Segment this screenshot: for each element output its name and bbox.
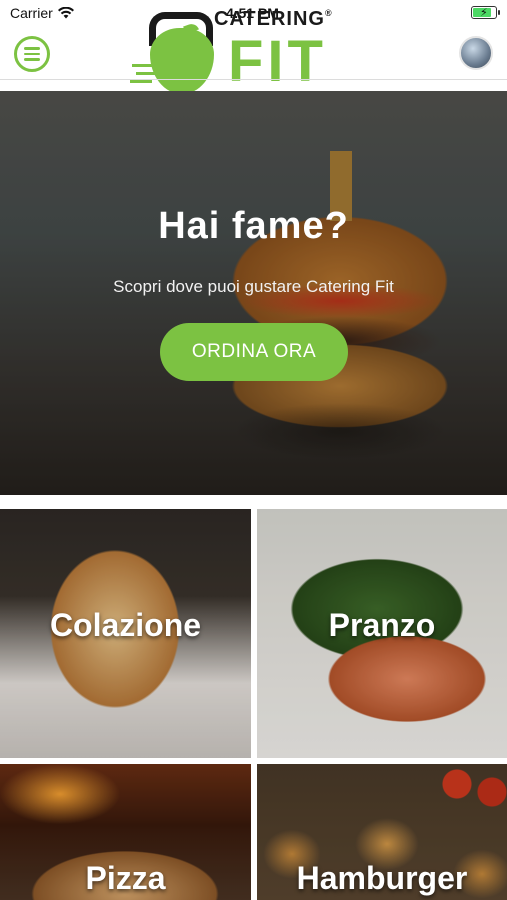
category-label: Pizza	[85, 860, 166, 896]
menu-icon-line	[24, 58, 40, 61]
category-label: Hamburger	[296, 860, 468, 896]
apple-icon	[150, 28, 214, 94]
order-now-button[interactable]: ORDINA ORA	[160, 323, 348, 381]
logo-catering-text: CATERING®	[214, 8, 333, 31]
logo-catering-word: CATERING	[214, 8, 325, 30]
category-tile-colazione[interactable]: Colazione	[0, 509, 251, 758]
logo-fit-text: FIT	[228, 29, 327, 94]
category-tile-hamburger[interactable]: Hamburger	[257, 764, 507, 900]
category-tile-pranzo[interactable]: Pranzo	[257, 509, 507, 758]
category-label: Colazione	[49, 607, 202, 643]
menu-icon-line	[24, 52, 40, 56]
user-avatar[interactable]	[459, 36, 493, 70]
hero-title: Hai fame?	[158, 205, 349, 247]
speed-lines-icon	[132, 64, 154, 67]
logo-registered-mark: ®	[324, 8, 333, 18]
hamburger-menu-icon	[24, 47, 40, 50]
header-divider	[0, 79, 507, 80]
hero-subtitle: Scopri dove puoi gustare Catering Fit	[113, 277, 394, 296]
menu-button[interactable]	[14, 36, 50, 72]
category-tile-pizza[interactable]: Pizza	[0, 764, 251, 900]
hero-banner: Hai fame? Scopri dove puoi gustare Cater…	[0, 91, 507, 495]
app-header: CATERING® FIT	[0, 0, 507, 94]
category-label: Pranzo	[328, 607, 436, 643]
catering-fit-logo: CATERING® FIT	[132, 6, 377, 94]
